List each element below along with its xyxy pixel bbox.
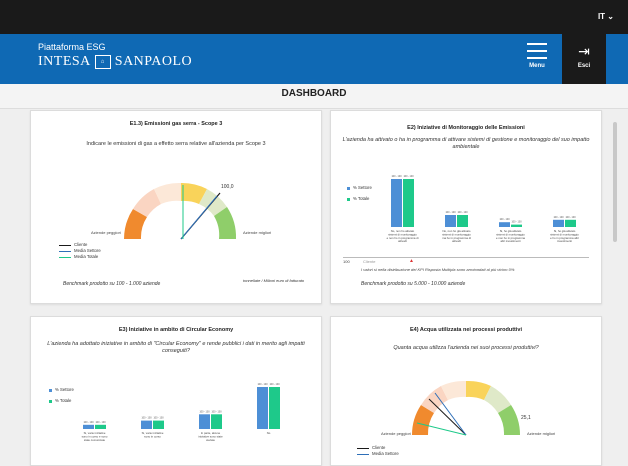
legend-item: Media Settore — [357, 451, 399, 457]
legend-label: Media Settore — [372, 451, 399, 456]
bar-value-label: 100 - 100 — [211, 410, 222, 413]
brand-logo[interactable]: INTESA ⌂ SANPAOLO — [38, 54, 192, 70]
scrollbar-thumb[interactable] — [613, 122, 617, 242]
bar-value-label: 100 - 100 — [153, 417, 164, 420]
page-title: DASHBOARD — [0, 84, 628, 109]
top-bar: IT ⌄ — [0, 0, 628, 34]
bar-value-label: 100 - 100 — [445, 211, 456, 214]
client-strip: 100 Cliente ▲ — [343, 257, 589, 266]
gauge-chart-e4: 25,1 — [411, 380, 531, 436]
bar-sector-2 — [499, 222, 510, 227]
bar-chart-e3: 100 - 100 100 - 100Sì, varie iniziative so… — [82, 383, 281, 442]
gauge-value: 100,0 — [221, 184, 234, 190]
gauge-segments — [124, 182, 237, 239]
panel-title: E1.3) Emissioni gas serra - Scope 3 — [129, 121, 223, 127]
legend-label: Media Totale — [74, 254, 99, 259]
exit-button[interactable]: ⇥ Esci — [562, 34, 606, 84]
bar-value-label: 100 - 100 — [199, 410, 210, 413]
strip-axis-label: 100 — [343, 259, 350, 264]
strip-client-label: Cliente — [363, 259, 376, 264]
bar-sector-2 — [199, 414, 210, 429]
category-label: No, non ho attivato sistemi di monitoragg… — [387, 229, 419, 243]
bar-sector-0 — [391, 179, 402, 227]
page-scrollbar[interactable] — [612, 110, 618, 458]
rounding-note: I valori si nella distribuzione del KPI … — [361, 267, 515, 272]
bar-chart-e2: 100 - 100 100 - 100No, non ho attivato sis… — [387, 175, 580, 243]
panel-e4: E4) Acqua utilizzata nei processi produt… — [330, 316, 602, 466]
bar-value-label: 100 - 100 — [511, 221, 522, 224]
bar-value-label: 100 - 100 — [553, 216, 564, 219]
hamburger-icon — [527, 43, 547, 59]
bar-value-label: 100 - 100 — [141, 417, 152, 420]
category-label: Sì, varie iniziative sono in corso e sono… — [82, 431, 108, 442]
bar-sector-3 — [553, 219, 564, 227]
bar-total-3 — [565, 219, 576, 227]
gauge-right-label: Aziende migliori — [243, 230, 272, 235]
logout-icon: ⇥ — [578, 43, 590, 59]
gauge-chart-e1: 100,0 — [124, 182, 237, 240]
bar-total-1 — [457, 215, 468, 227]
bar-total-3 — [269, 387, 280, 429]
language-selector[interactable]: IT ⌄ — [598, 12, 614, 21]
panel-title: E2) Iniziative di Monitoraggio delle Emi… — [407, 125, 525, 131]
bar-total-2 — [211, 414, 222, 429]
bar-value-label: 100 - 100 — [565, 216, 576, 219]
bar-total-2 — [511, 224, 522, 227]
bar-value-label: 100 - 100 — [391, 175, 402, 178]
gauge-left-label: Aziende peggiori — [91, 230, 121, 235]
category-label: Sì, varie iniziative sono in corso — [142, 431, 164, 438]
bar-sector-3 — [257, 387, 268, 429]
benchmark-text: Benchmark prodotto su 100 - 1.000 aziend… — [63, 281, 161, 287]
panel-title: E4) Acqua utilizzata nei processi produt… — [410, 327, 522, 333]
category-label: No, non ho già attivato sistemi di monito… — [442, 229, 471, 243]
bar-value-label: 100 - 100 — [257, 383, 268, 386]
legend-item: Media Totale — [59, 254, 101, 260]
platform-name: Piattaforma ESG — [38, 42, 106, 52]
gauge-right-label: Aziende migliori — [527, 431, 556, 436]
bar-total-1 — [153, 420, 164, 429]
panel-e2: E2) Iniziative di Monitoraggio delle Emi… — [330, 110, 602, 304]
category-label: No — [267, 431, 271, 435]
bar-sector-0 — [83, 424, 94, 429]
bar-sector-1 — [141, 420, 152, 429]
bar-total-0 — [403, 179, 414, 227]
gauge-needle-client — [428, 398, 467, 436]
category-label: In parte, alcune iniziative sono state avv… — [198, 431, 223, 442]
category-label: Sì, ho già attivato sistemi di monitoragg… — [496, 229, 525, 243]
language-label: IT — [597, 12, 606, 21]
bar-total-0 — [95, 424, 106, 429]
panel-question: Indicare le emissioni di gas a effetto s… — [86, 141, 266, 147]
gauge-legend: Cliente Media Settore Media Totale — [59, 242, 101, 260]
bar-value-label: 100 - 100 — [269, 383, 280, 386]
gauge-segments — [411, 380, 521, 435]
unit-text: tonnellate / Milioni euro di fatturato — [243, 278, 305, 283]
benchmark-text: Benchmark prodotto su 5.000 - 10.000 azi… — [361, 281, 466, 287]
panel-question: L'azienda ha adottato iniziative in ambi… — [47, 341, 305, 354]
brand-left: INTESA — [38, 54, 91, 69]
client-marker-icon: ▲ — [409, 258, 414, 264]
menu-label: Menu — [529, 63, 545, 69]
brand-right: SANPAOLO — [114, 54, 193, 69]
brand-mark-icon: ⌂ — [94, 55, 111, 69]
panel-title: E3) Iniziative in ambito di Circular Eco… — [118, 327, 234, 333]
bar-sector-1 — [445, 215, 456, 227]
exit-label: Esci — [577, 63, 591, 69]
bar-value-label: 100 - 100 — [457, 211, 468, 214]
gauge-left-label: Aziende peggiori — [381, 431, 411, 436]
gauge-value: 25,1 — [521, 415, 531, 421]
panel-e1-3: E1.3) Emissioni gas serra - Scope 3 Indi… — [30, 110, 322, 304]
bar-value-label: 100 - 100 — [83, 421, 94, 424]
bar-value-label: 100 - 100 — [403, 175, 414, 178]
bar-value-label: 100 - 100 — [95, 421, 106, 424]
panel-e3: E3) Iniziative in ambito di Circular Eco… — [30, 316, 322, 466]
bar-value-label: 100 - 100 — [499, 218, 510, 221]
panel-question: L'azienda ha attivato o ha in programma … — [342, 137, 590, 150]
menu-button[interactable]: Menu — [520, 34, 554, 84]
gauge-legend: Cliente Media Settore — [357, 445, 399, 457]
panel-question: Quanta acqua utilizza l'azienda nei suoi… — [393, 345, 539, 351]
category-label: Sì, ho già attivato sistemi di monitoragg… — [550, 229, 579, 243]
